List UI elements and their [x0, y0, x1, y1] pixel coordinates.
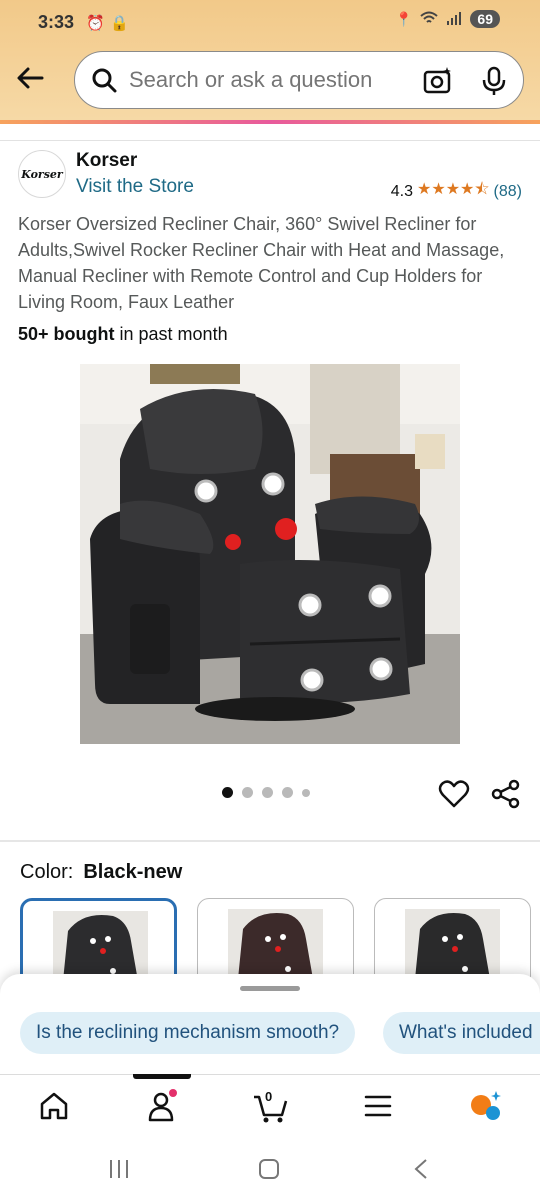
microphone-icon[interactable]: [481, 66, 507, 96]
bought-in-past-month: 50+ bought in past month: [18, 324, 228, 345]
carousel-dot[interactable]: [302, 788, 310, 797]
status-bar: 3:33 ⏰ 🔒 📍 69: [0, 10, 540, 38]
image-carousel-indicator[interactable]: [222, 787, 310, 798]
color-selector-label: Color: Black-new: [20, 861, 182, 884]
back-button-icon[interactable]: [406, 1154, 436, 1184]
location-icon: 📍: [394, 10, 413, 27]
menu-icon[interactable]: [358, 1086, 398, 1126]
carousel-dot[interactable]: [282, 787, 293, 798]
carousel-dot[interactable]: [262, 787, 273, 798]
rufus-icon[interactable]: [466, 1086, 506, 1126]
alarm-icon: ⏰: [86, 15, 105, 32]
share-icon[interactable]: [490, 778, 522, 810]
carousel-dot[interactable]: [242, 787, 253, 798]
back-arrow-icon[interactable]: [14, 62, 46, 94]
rating-value: 4.3: [390, 182, 414, 200]
section-divider: [0, 840, 540, 842]
suggestion-chip[interactable]: Is the reclining mechanism smooth?: [20, 1012, 356, 1054]
sheet-drag-handle[interactable]: [240, 986, 300, 991]
home-button-icon[interactable]: [254, 1154, 284, 1184]
lock-icon: 🔒: [110, 15, 129, 32]
divider: [0, 140, 540, 141]
swatch-thumbnail: [405, 909, 500, 979]
recent-apps-icon[interactable]: [104, 1154, 134, 1184]
bought-period: in past month: [114, 324, 228, 344]
rufus-suggestion-sheet: Is the reclining mechanism smooth? What'…: [0, 974, 540, 1200]
status-time: 3:33: [38, 12, 75, 32]
active-tab-indicator: [133, 1074, 191, 1079]
cart-count: 0: [265, 1089, 273, 1104]
rating-summary[interactable]: 4.3 ★★★★⯪ (88): [391, 178, 522, 205]
camera-search-icon[interactable]: [423, 66, 453, 96]
battery-indicator: 69: [470, 10, 500, 28]
color-label: Color:: [20, 861, 74, 883]
signal-icon: [446, 11, 462, 28]
review-count-link[interactable]: (88): [494, 183, 522, 201]
swatch-thumbnail: [53, 911, 148, 981]
nav-divider: [0, 1074, 540, 1075]
search-input[interactable]: [129, 67, 399, 93]
heart-icon[interactable]: [438, 778, 470, 810]
header-accent-divider: [0, 120, 540, 124]
suggestion-chip[interactable]: What's included: [383, 1012, 540, 1054]
search-bar[interactable]: [74, 51, 524, 109]
brand-logo-text: Korser: [21, 167, 63, 181]
search-icon: [92, 68, 117, 93]
brand-logo[interactable]: Korser: [18, 150, 66, 198]
color-value: Black-new: [83, 861, 183, 883]
visit-store-link[interactable]: Visit the Store: [76, 176, 194, 198]
home-icon[interactable]: [34, 1086, 74, 1126]
app-header: 3:33 ⏰ 🔒 📍 69: [0, 0, 540, 120]
star-rating-icon: ★★★★⯪: [417, 181, 490, 198]
product-title: Korser Oversized Recliner Chair, 360° Sw…: [18, 214, 505, 312]
bought-count: 50+ bought: [18, 324, 115, 344]
wifi-icon: [420, 11, 439, 28]
account-icon[interactable]: [142, 1086, 182, 1126]
brand-name: Korser: [76, 150, 138, 171]
product-image[interactable]: [80, 364, 460, 744]
carousel-dot[interactable]: [222, 787, 233, 798]
swatch-thumbnail: [228, 909, 323, 979]
